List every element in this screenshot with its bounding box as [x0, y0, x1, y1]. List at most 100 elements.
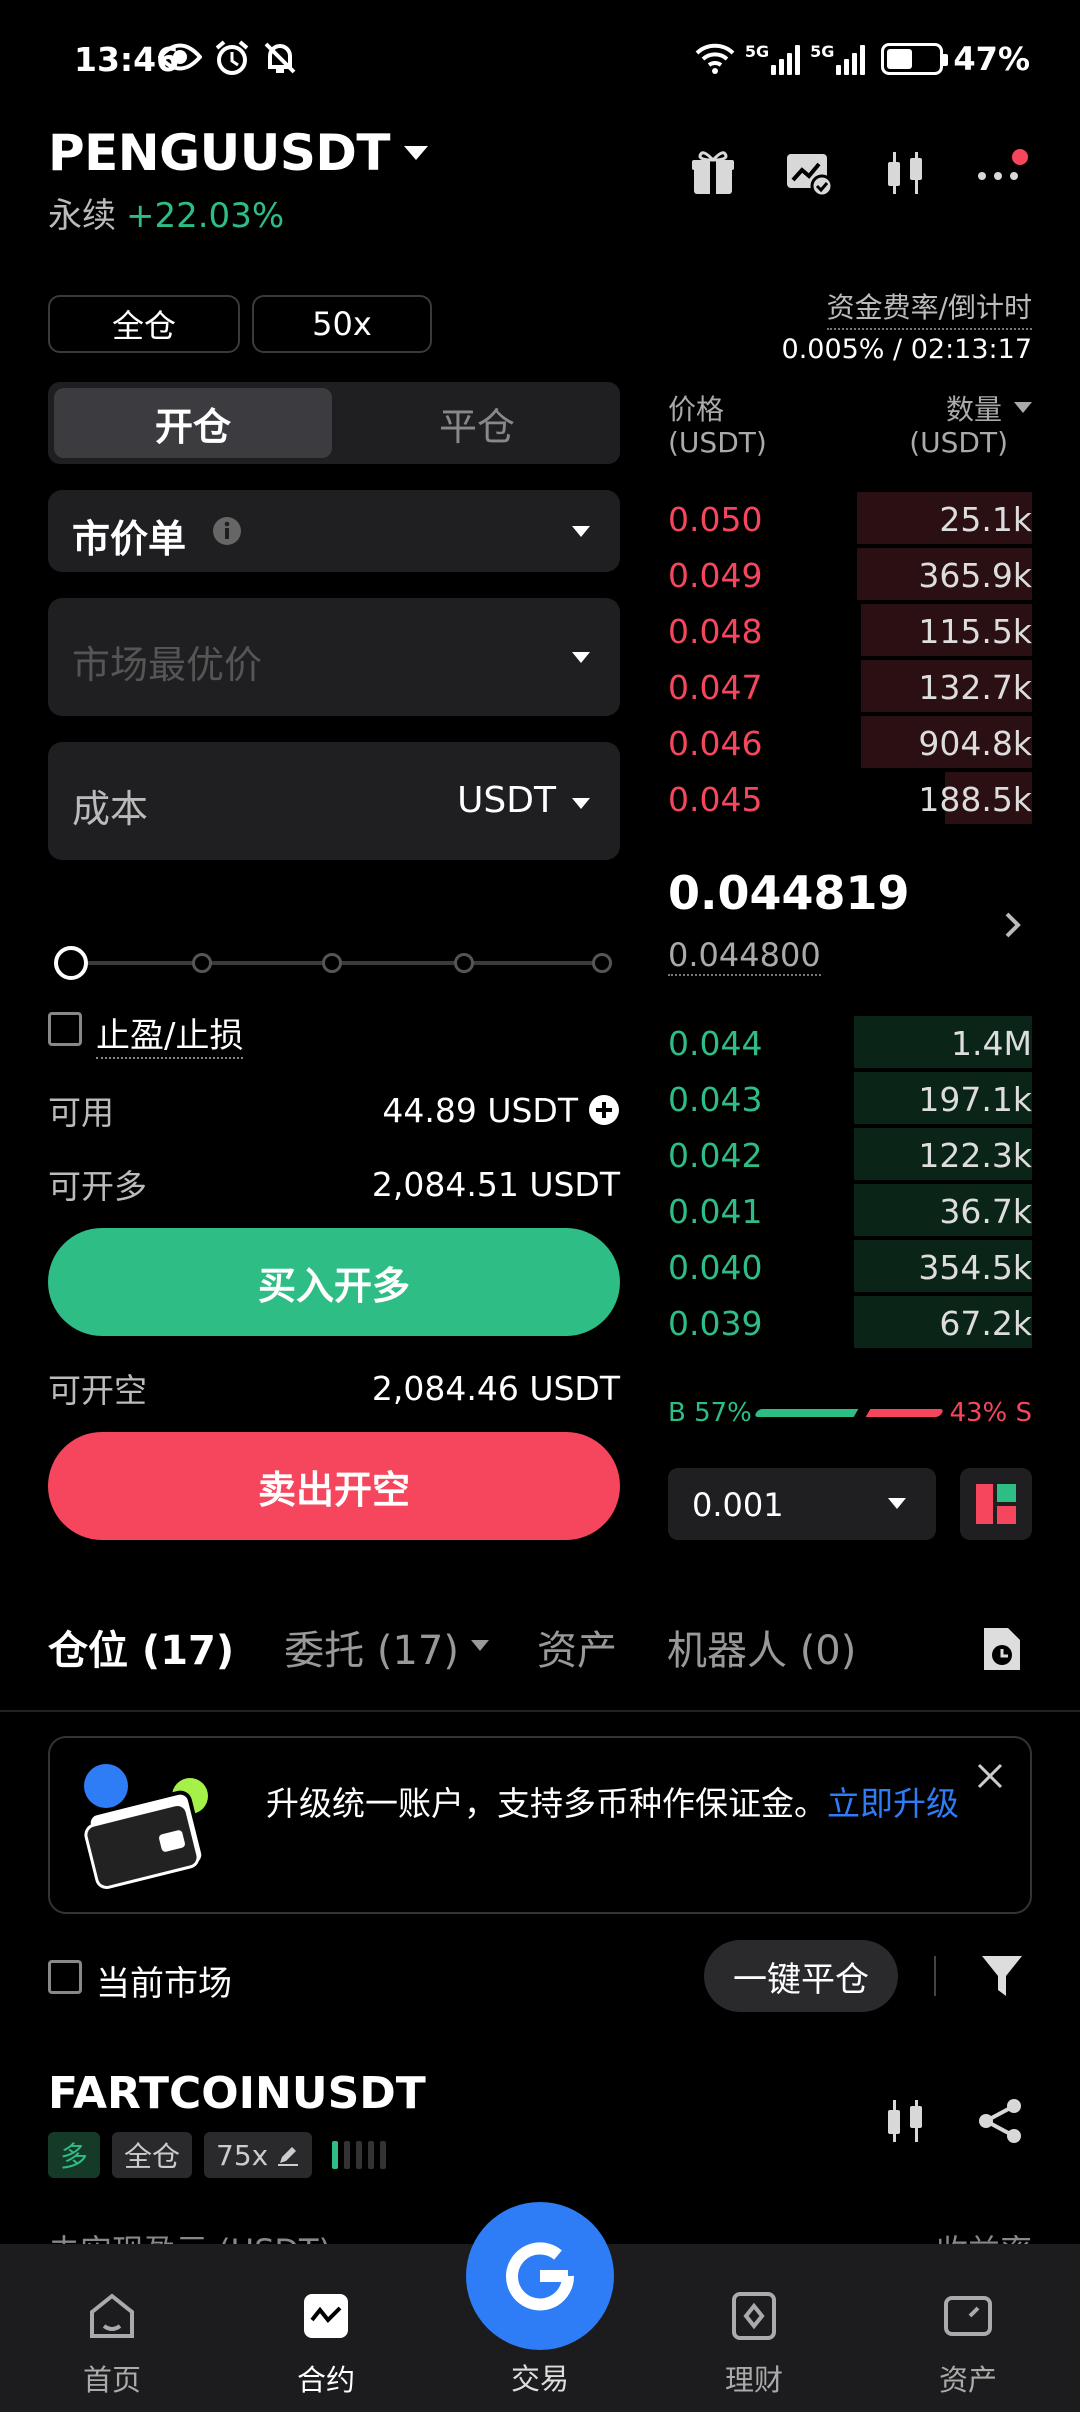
candlestick-icon[interactable] — [880, 148, 930, 198]
tab-assets[interactable]: 资产 — [537, 1618, 617, 1676]
qty-header[interactable]: 数量 — [946, 388, 1002, 428]
chevron-right-icon[interactable] — [1002, 910, 1024, 940]
nav-futures[interactable]: 合约 — [246, 2244, 406, 2412]
amount-unit-select[interactable]: USDT — [457, 780, 556, 821]
bid-row[interactable]: 0.043 197.1k — [668, 1072, 1032, 1124]
buy-long-button[interactable]: 买入开多 — [48, 1228, 620, 1336]
signal-icon-2 — [836, 43, 866, 75]
layout-icon — [976, 1484, 1016, 1524]
bid-qty: 67.2k — [939, 1304, 1032, 1343]
ratio-bar — [753, 1409, 945, 1417]
slider-handle[interactable] — [54, 946, 88, 980]
gift-icon[interactable] — [688, 148, 738, 198]
contract-type: 永续 — [48, 196, 116, 236]
tab-bots[interactable]: 机器人 (0) — [667, 1618, 856, 1676]
ask-row[interactable]: 0.045 188.5k — [668, 772, 1032, 824]
sell-short-button[interactable]: 卖出开空 — [48, 1432, 620, 1540]
tpsl-checkbox[interactable] — [48, 1012, 82, 1046]
candlestick-icon[interactable] — [880, 2096, 930, 2146]
close-all-button[interactable]: 一键平仓 — [704, 1940, 898, 2012]
max-short-row: 可开空 2,084.46 USDT — [48, 1364, 620, 1412]
nav-earn-label: 理财 — [724, 2363, 783, 2397]
notification-dot — [1012, 149, 1028, 165]
slider-step-100[interactable] — [592, 953, 612, 973]
upgrade-banner[interactable]: 升级统一账户，支持多币种作保证金。立即升级 — [48, 1736, 1032, 1914]
pair-selector[interactable]: PENGUUSDT — [48, 124, 429, 182]
mark-price[interactable]: 0.044800 — [668, 936, 821, 976]
ask-row[interactable]: 0.046 904.8k — [668, 716, 1032, 768]
ask-price: 0.047 — [668, 668, 763, 707]
price-placeholder: 市场最优价 — [72, 643, 263, 687]
ask-row[interactable]: 0.050 25.1k — [668, 492, 1032, 544]
ask-row[interactable]: 0.048 115.5k — [668, 604, 1032, 656]
price-input[interactable]: 市场最优价 — [48, 598, 620, 716]
orderbook-layout-button[interactable] — [960, 1468, 1032, 1540]
margin-mode-button[interactable]: 全仓 — [48, 295, 240, 353]
tab-close[interactable]: 平仓 — [338, 388, 616, 458]
share-icon[interactable] — [976, 2096, 1026, 2146]
bid-price: 0.041 — [668, 1192, 763, 1231]
ask-price: 0.050 — [668, 500, 763, 539]
upgrade-link[interactable]: 立即升级 — [827, 1784, 959, 1823]
buy-ratio: B 57% — [668, 1398, 752, 1428]
available-row: 可用 44.89 USDT — [48, 1086, 620, 1134]
close-icon[interactable] — [976, 1762, 1004, 1790]
bid-price: 0.039 — [668, 1304, 763, 1343]
bid-row[interactable]: 0.039 67.2k — [668, 1296, 1032, 1348]
slider-step-25[interactable] — [192, 953, 212, 973]
max-short-value: 2,084.46 USDT — [371, 1368, 620, 1408]
last-price[interactable]: 0.044819 — [668, 866, 910, 920]
filter-icon[interactable] — [980, 1952, 1024, 2000]
bid-price: 0.043 — [668, 1080, 763, 1119]
signal-icon — [771, 43, 801, 75]
bid-row[interactable]: 0.042 122.3k — [668, 1128, 1032, 1180]
wallet-icon — [944, 2296, 992, 2336]
amount-input[interactable]: 成本 USDT — [48, 742, 620, 860]
wallet-illustration-icon — [84, 1764, 208, 1890]
position-tags: 多 全仓 75x — [48, 2132, 387, 2178]
battery-icon — [881, 43, 949, 75]
current-market-label[interactable]: 当前市场 — [96, 1956, 232, 2005]
available-value: 44.89 USDT — [382, 1090, 578, 1130]
bid-price: 0.042 — [668, 1136, 763, 1175]
info-icon[interactable] — [212, 516, 242, 546]
bid-qty: 197.1k — [918, 1080, 1032, 1119]
ask-row[interactable]: 0.049 365.9k — [668, 548, 1032, 600]
nav-earn[interactable]: 理财 — [674, 2244, 834, 2412]
bid-row[interactable]: 0.044 1.4M — [668, 1016, 1032, 1068]
precision-select[interactable]: 0.001 — [668, 1468, 936, 1540]
leverage-button[interactable]: 50x — [252, 295, 432, 353]
nav-assets[interactable]: 资产 — [888, 2244, 1048, 2412]
slider-step-75[interactable] — [454, 953, 474, 973]
funding-value: 0.005% / 02:13:17 — [781, 334, 1032, 365]
slider-step-50[interactable] — [322, 953, 342, 973]
ask-row[interactable]: 0.047 132.7k — [668, 660, 1032, 712]
funding-label[interactable]: 资金费率/倒计时 — [826, 286, 1032, 330]
nav-trade-label[interactable]: 交易 — [466, 2356, 614, 2398]
add-funds-icon[interactable] — [588, 1094, 620, 1126]
tab-positions[interactable]: 仓位 (17) — [48, 1618, 234, 1676]
positions-tabs: 仓位 (17) 委托 (17) 资产 机器人 (0) — [48, 1618, 856, 1676]
pair-name[interactable]: PENGUUSDT — [48, 124, 391, 182]
current-market-checkbox[interactable] — [48, 1960, 82, 1994]
bid-qty: 1.4M — [951, 1024, 1032, 1063]
edit-icon — [278, 2147, 299, 2166]
status-bar: 13:46 5G 5G 47% — [0, 0, 1080, 125]
max-long-row: 可开多 2,084.51 USDT — [48, 1160, 620, 1208]
nav-home[interactable]: 首页 — [32, 2244, 192, 2412]
home-icon — [90, 2293, 134, 2338]
chart-check-icon[interactable] — [784, 148, 834, 198]
leverage-badge[interactable]: 75x — [204, 2132, 313, 2178]
history-icon[interactable] — [980, 1624, 1024, 1674]
chevron-down-icon — [572, 652, 590, 663]
tab-open[interactable]: 开仓 — [54, 388, 332, 458]
tab-orders[interactable]: 委托 (17) — [284, 1618, 459, 1676]
trade-fab-button[interactable] — [466, 2202, 614, 2350]
position-symbol[interactable]: FARTCOINUSDT — [48, 2068, 426, 2119]
order-type-select[interactable]: 市价单 — [48, 490, 620, 572]
bid-row[interactable]: 0.040 354.5k — [668, 1240, 1032, 1292]
nav-home-label: 首页 — [82, 2363, 141, 2397]
ask-qty: 25.1k — [939, 500, 1032, 539]
bid-row[interactable]: 0.041 36.7k — [668, 1184, 1032, 1236]
tpsl-label[interactable]: 止盈/止损 — [96, 1008, 244, 1059]
